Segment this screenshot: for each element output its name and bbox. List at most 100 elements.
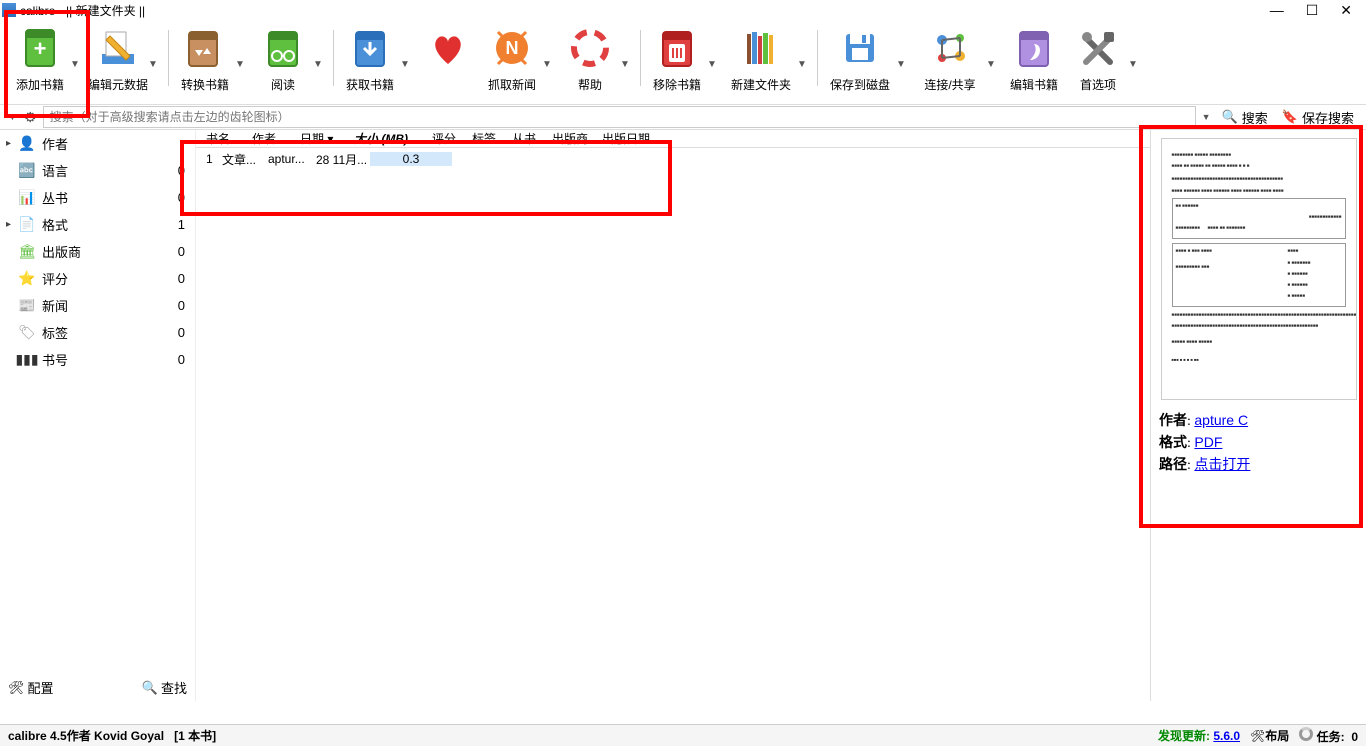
maximize-button[interactable]: ☐ (1306, 2, 1319, 19)
sidebar-item-author[interactable]: ▸👤作者 (0, 130, 195, 157)
app-version: calibre 4.5作者 Kovid Goyal (8, 727, 164, 744)
close-button[interactable]: ✕ (1340, 2, 1352, 19)
news-icon: N (488, 24, 536, 72)
titlebar: calibre - || 新建文件夹 || — ☐ ✕ (0, 0, 1366, 20)
remove-button[interactable]: 移除书籍 (645, 24, 709, 93)
cell-title: 文章... (216, 151, 262, 168)
find-button[interactable]: 🔍查找 (142, 678, 187, 697)
prefs-button[interactable]: 首选项 (1066, 24, 1130, 93)
sidebar-item-series[interactable]: 📊丛书0 (0, 184, 195, 211)
publisher-icon: 🏛 (18, 243, 36, 261)
read-button[interactable]: 阅读 (251, 24, 315, 93)
add-dropdown[interactable]: ▼ (70, 59, 82, 70)
sidebar-item-newscat[interactable]: 📰新闻0 (0, 292, 195, 319)
search-history-drop[interactable]: ▼ (1202, 112, 1212, 122)
jobs-button[interactable]: 任务: 0 (1299, 727, 1358, 745)
cell-author: aptur... (262, 152, 310, 166)
read-label: 阅读 (271, 76, 295, 93)
prefs-dropdown[interactable]: ▼ (1128, 59, 1140, 70)
update-notice[interactable]: 发现更新: 5.6.0 (1158, 727, 1240, 744)
remove-dropdown[interactable]: ▼ (707, 59, 719, 70)
book-details-panel: ■■■■■■■■ ■■■■■ ■■■■■■■■ ■■■■ ■■ ■■■■■ ■■… (1150, 130, 1366, 701)
sidebar-label: 作者 (42, 134, 68, 153)
column-header[interactable]: 书名 (200, 130, 246, 147)
newscat-icon: 📰 (18, 297, 36, 315)
fetch-button[interactable]: 获取书籍 (338, 24, 402, 93)
column-header[interactable]: 评分 (426, 130, 466, 147)
news-button[interactable]: N抓取新闻 (480, 24, 544, 93)
convert-dropdown[interactable]: ▼ (235, 59, 247, 70)
config-button[interactable]: 🛠配置 (8, 678, 54, 697)
minimize-button[interactable]: — (1270, 2, 1284, 19)
fetch-icon (346, 24, 394, 72)
row-number: 1 (200, 152, 216, 166)
virtual-library-drop-icon[interactable]: ▼ (8, 112, 18, 122)
column-header[interactable]: 大小 (MB) (348, 130, 426, 147)
save-dropdown[interactable]: ▼ (896, 59, 908, 70)
sidebar-count: 0 (178, 271, 189, 286)
format-value[interactable]: PDF (1194, 434, 1222, 450)
share-dropdown[interactable]: ▼ (986, 59, 998, 70)
convert-icon (181, 24, 229, 72)
convert-button[interactable]: 转换书籍 (173, 24, 237, 93)
layout-button[interactable]: 🛠布局 (1250, 727, 1289, 744)
newfolder-dropdown[interactable]: ▼ (797, 59, 809, 70)
help-button[interactable]: 帮助 (558, 24, 622, 93)
sidebar-count: 0 (178, 190, 189, 205)
sidebar-item-id[interactable]: ▮▮▮书号0 (0, 346, 195, 373)
column-headers[interactable]: 书名作者日期 ▾大小 (MB)评分标签从书出版商出版日期 (196, 130, 1150, 148)
app-icon (2, 3, 16, 17)
cell-date: 28 11月... (310, 151, 370, 168)
meta-dropdown[interactable]: ▼ (148, 59, 160, 70)
author-value[interactable]: apture C (1194, 412, 1248, 428)
sidebar-item-tags[interactable]: 🏷标签0 (0, 319, 195, 346)
window-title: calibre - || 新建文件夹 || (20, 2, 145, 19)
id-icon: ▮▮▮ (18, 351, 36, 369)
help-label: 帮助 (578, 76, 602, 93)
column-header[interactable]: 出版商 (546, 130, 596, 147)
column-header[interactable]: 日期 ▾ (294, 130, 348, 147)
wrench-icon: 🛠 (1250, 729, 1265, 743)
sidebar-label: 评分 (42, 269, 68, 288)
update-version-link[interactable]: 5.6.0 (1213, 729, 1240, 743)
newfolder-button[interactable]: 新建文件夹 (723, 24, 799, 93)
read-dropdown[interactable]: ▼ (313, 59, 325, 70)
sidebar-label: 新闻 (42, 296, 68, 315)
update-prefix: 发现更新: (1158, 729, 1210, 743)
sidebar-label: 标签 (42, 323, 68, 342)
cover-preview[interactable]: ■■■■■■■■ ■■■■■ ■■■■■■■■ ■■■■ ■■ ■■■■■ ■■… (1161, 138, 1357, 400)
book-row[interactable]: 1文章...aptur...28 11月...0.3 (196, 148, 1150, 170)
fetch-dropdown[interactable]: ▼ (400, 59, 412, 70)
news-dropdown[interactable]: ▼ (542, 59, 554, 70)
column-header[interactable]: 出版日期 (596, 130, 656, 147)
heart-icon (424, 24, 472, 72)
gear-icon[interactable]: ⚙ (24, 109, 37, 126)
heart-button[interactable] (416, 24, 480, 76)
jobs-label: 任务: (1317, 730, 1345, 744)
sidebar-item-rating[interactable]: ⭐评分0 (0, 265, 195, 292)
sidebar-item-publisher[interactable]: 🏛出版商0 (0, 238, 195, 265)
edit-icon (1010, 24, 1058, 72)
meta-button[interactable]: 编辑元数据 (86, 24, 150, 93)
format-key: 格式 (1159, 434, 1187, 450)
edit-button[interactable]: 编辑书籍 (1002, 24, 1066, 93)
save-search-button[interactable]: 🔖保存搜索 (1278, 108, 1358, 127)
save-button[interactable]: 保存到磁盘 (822, 24, 898, 93)
add-button[interactable]: +添加书籍 (8, 24, 72, 93)
path-value[interactable]: 点击打开 (1194, 456, 1250, 472)
sidebar-item-format[interactable]: ▸📄格式1 (0, 211, 195, 238)
prefs-icon (1074, 24, 1122, 72)
read-icon (259, 24, 307, 72)
find-label: 查找 (161, 678, 187, 697)
sidebar-label: 语言 (42, 161, 68, 180)
search-go-button[interactable]: 🔍搜索 (1218, 108, 1272, 127)
share-button[interactable]: 连接/共享 (912, 24, 988, 93)
chevron-icon: ▸ (6, 219, 16, 230)
search-input[interactable] (43, 106, 1196, 128)
sidebar-item-lang[interactable]: 🔤语言0 (0, 157, 195, 184)
column-header[interactable]: 标签 (466, 130, 506, 147)
column-header[interactable]: 作者 (246, 130, 294, 147)
detail-path: 路径: 点击打开 (1159, 454, 1358, 474)
help-dropdown[interactable]: ▼ (620, 59, 632, 70)
column-header[interactable]: 从书 (506, 130, 546, 147)
